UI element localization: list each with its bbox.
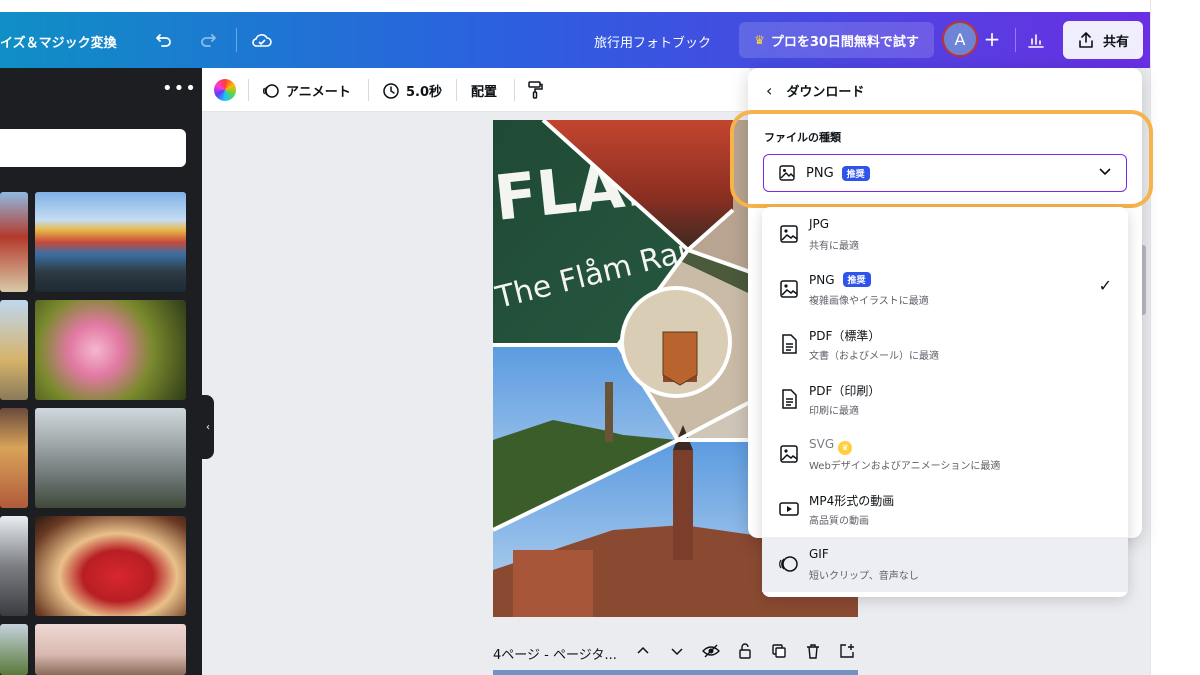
add-page-icon[interactable]: [837, 641, 857, 661]
share-label: 共有: [1102, 34, 1129, 50]
color-button[interactable]: [214, 79, 236, 101]
more-options-icon[interactable]: •••: [162, 78, 197, 99]
share-upload-icon: [1079, 32, 1093, 48]
photo-thumbnail[interactable]: [35, 408, 186, 508]
option-title: PNG: [809, 273, 835, 287]
video-icon: [779, 502, 799, 516]
duplicate-icon[interactable]: [769, 641, 789, 661]
try-pro-button[interactable]: ♛ プロを30日間無料で試す: [739, 22, 934, 58]
option-description: Webデザインおよびアニメーションに最適: [809, 461, 1001, 472]
redo-icon[interactable]: [194, 26, 222, 54]
insights-chart-icon[interactable]: [1022, 26, 1050, 54]
lock-icon[interactable]: [735, 641, 755, 661]
context-toolbar: アニメート 5.0秒 配置: [202, 68, 750, 112]
photo-thumbnail[interactable]: [0, 624, 28, 675]
option-title: PDF（印刷）: [809, 384, 881, 398]
document-icon: [782, 389, 797, 409]
image-icon: [780, 445, 798, 463]
download-header: ‹ ダウンロード: [766, 81, 864, 100]
pro-crown-icon: ♛: [838, 440, 853, 455]
option-svg[interactable]: SVG ♛ Webデザインおよびアニメーションに最適: [762, 427, 1128, 482]
image-icon: [780, 225, 798, 243]
resize-magic-switch-button[interactable]: イズ＆マジック変換: [0, 32, 117, 51]
document-icon: [782, 334, 797, 354]
search-input[interactable]: [0, 129, 186, 167]
divider: [236, 28, 237, 52]
divider: [1015, 28, 1016, 52]
download-title: ダウンロード: [786, 85, 865, 100]
divider: [456, 79, 457, 101]
try-pro-label: プロを30日間無料で試す: [770, 34, 919, 50]
option-description: 複雑画像やイラストに最適: [809, 296, 929, 307]
chevron-up-icon[interactable]: [633, 641, 653, 661]
option-title-row: SVG ♛: [809, 437, 853, 455]
option-pdf-standard[interactable]: PDF（標準） 文書（およびメール）に最適: [762, 317, 1128, 372]
option-title: MP4形式の動画: [809, 494, 895, 508]
option-description: 短いクリップ、音声なし: [809, 571, 919, 582]
option-description: 印刷に最適: [809, 406, 859, 417]
paint-roller-icon: [528, 81, 543, 99]
animate-button[interactable]: アニメート: [262, 81, 351, 100]
image-icon: [780, 280, 798, 298]
photo-thumbnail[interactable]: [0, 408, 28, 508]
page-footer: 4ページ - ページタ...: [493, 643, 854, 663]
option-title: GIF: [809, 547, 829, 561]
option-description: 高品質の動画: [809, 516, 869, 527]
divider: [368, 79, 369, 101]
photo-thumbnail[interactable]: [35, 516, 186, 616]
back-chevron-icon[interactable]: ‹: [766, 81, 772, 100]
divider: [514, 79, 515, 101]
photo-thumbnail[interactable]: [0, 516, 28, 616]
checkmark-icon: ✓: [1098, 276, 1112, 295]
option-title: SVG: [809, 437, 835, 451]
animate-label: アニメート: [286, 85, 351, 100]
recommended-badge: 推奨: [842, 272, 871, 287]
option-description: 文書（およびメール）に最適: [809, 351, 939, 362]
gif-icon: [779, 556, 798, 572]
photo-thumbnail[interactable]: [35, 300, 186, 400]
left-side-panel: •••: [0, 68, 202, 675]
hide-eye-icon[interactable]: [701, 641, 721, 661]
right-rail: [1150, 0, 1200, 675]
option-title-row: PNG 推奨: [809, 272, 871, 287]
share-button[interactable]: 共有: [1063, 21, 1143, 59]
option-png[interactable]: PNG 推奨 複雑画像やイラストに最適 ✓: [762, 262, 1128, 317]
chevron-down-icon[interactable]: [667, 641, 687, 661]
collapse-panel-button[interactable]: ‹: [202, 395, 214, 459]
option-gif[interactable]: GIF 短いクリップ、音声なし: [762, 537, 1128, 592]
divider: [248, 79, 249, 101]
photo-thumbnail[interactable]: [35, 192, 186, 292]
option-description: 共有に最適: [809, 241, 859, 252]
annotation-highlight-box: [730, 110, 1153, 208]
top-bar: イズ＆マジック変換 旅行用フォトブック ♛ プロを30日間無料で試す A + 共…: [0, 12, 1150, 68]
photo-thumbnail[interactable]: [0, 300, 28, 400]
clock-icon: [383, 82, 399, 99]
document-title[interactable]: 旅行用フォトブック: [594, 32, 711, 51]
trash-icon[interactable]: [803, 641, 823, 661]
photo-thumbnail[interactable]: [0, 192, 28, 292]
copy-style-button[interactable]: [526, 80, 544, 100]
crown-icon: ♛: [754, 33, 765, 47]
next-page-preview[interactable]: [493, 670, 858, 675]
user-avatar[interactable]: A: [942, 21, 978, 57]
position-button[interactable]: 配置: [471, 81, 497, 100]
option-title: JPG: [809, 217, 830, 231]
add-collaborator-button[interactable]: +: [978, 24, 1006, 54]
duration-label: 5.0秒: [406, 85, 443, 100]
undo-icon[interactable]: [150, 26, 178, 54]
photo-thumbnail[interactable]: [35, 624, 186, 675]
animate-icon: [263, 83, 279, 98]
cloud-saved-icon[interactable]: [248, 26, 276, 54]
option-title: PDF（標準）: [809, 329, 881, 343]
duration-button[interactable]: 5.0秒: [382, 81, 442, 100]
color-wheel-icon: [214, 79, 236, 101]
option-pdf-print[interactable]: PDF（印刷） 印刷に最適: [762, 372, 1128, 427]
file-type-options: JPG 共有に最適 PNG 推奨 複雑画像やイラストに最適 ✓ PDF（標準） 文…: [762, 207, 1128, 597]
page-label[interactable]: 4ページ - ページタ...: [493, 644, 617, 663]
option-jpg[interactable]: JPG 共有に最適: [762, 207, 1128, 262]
option-mp4[interactable]: MP4形式の動画 高品質の動画: [762, 482, 1128, 537]
